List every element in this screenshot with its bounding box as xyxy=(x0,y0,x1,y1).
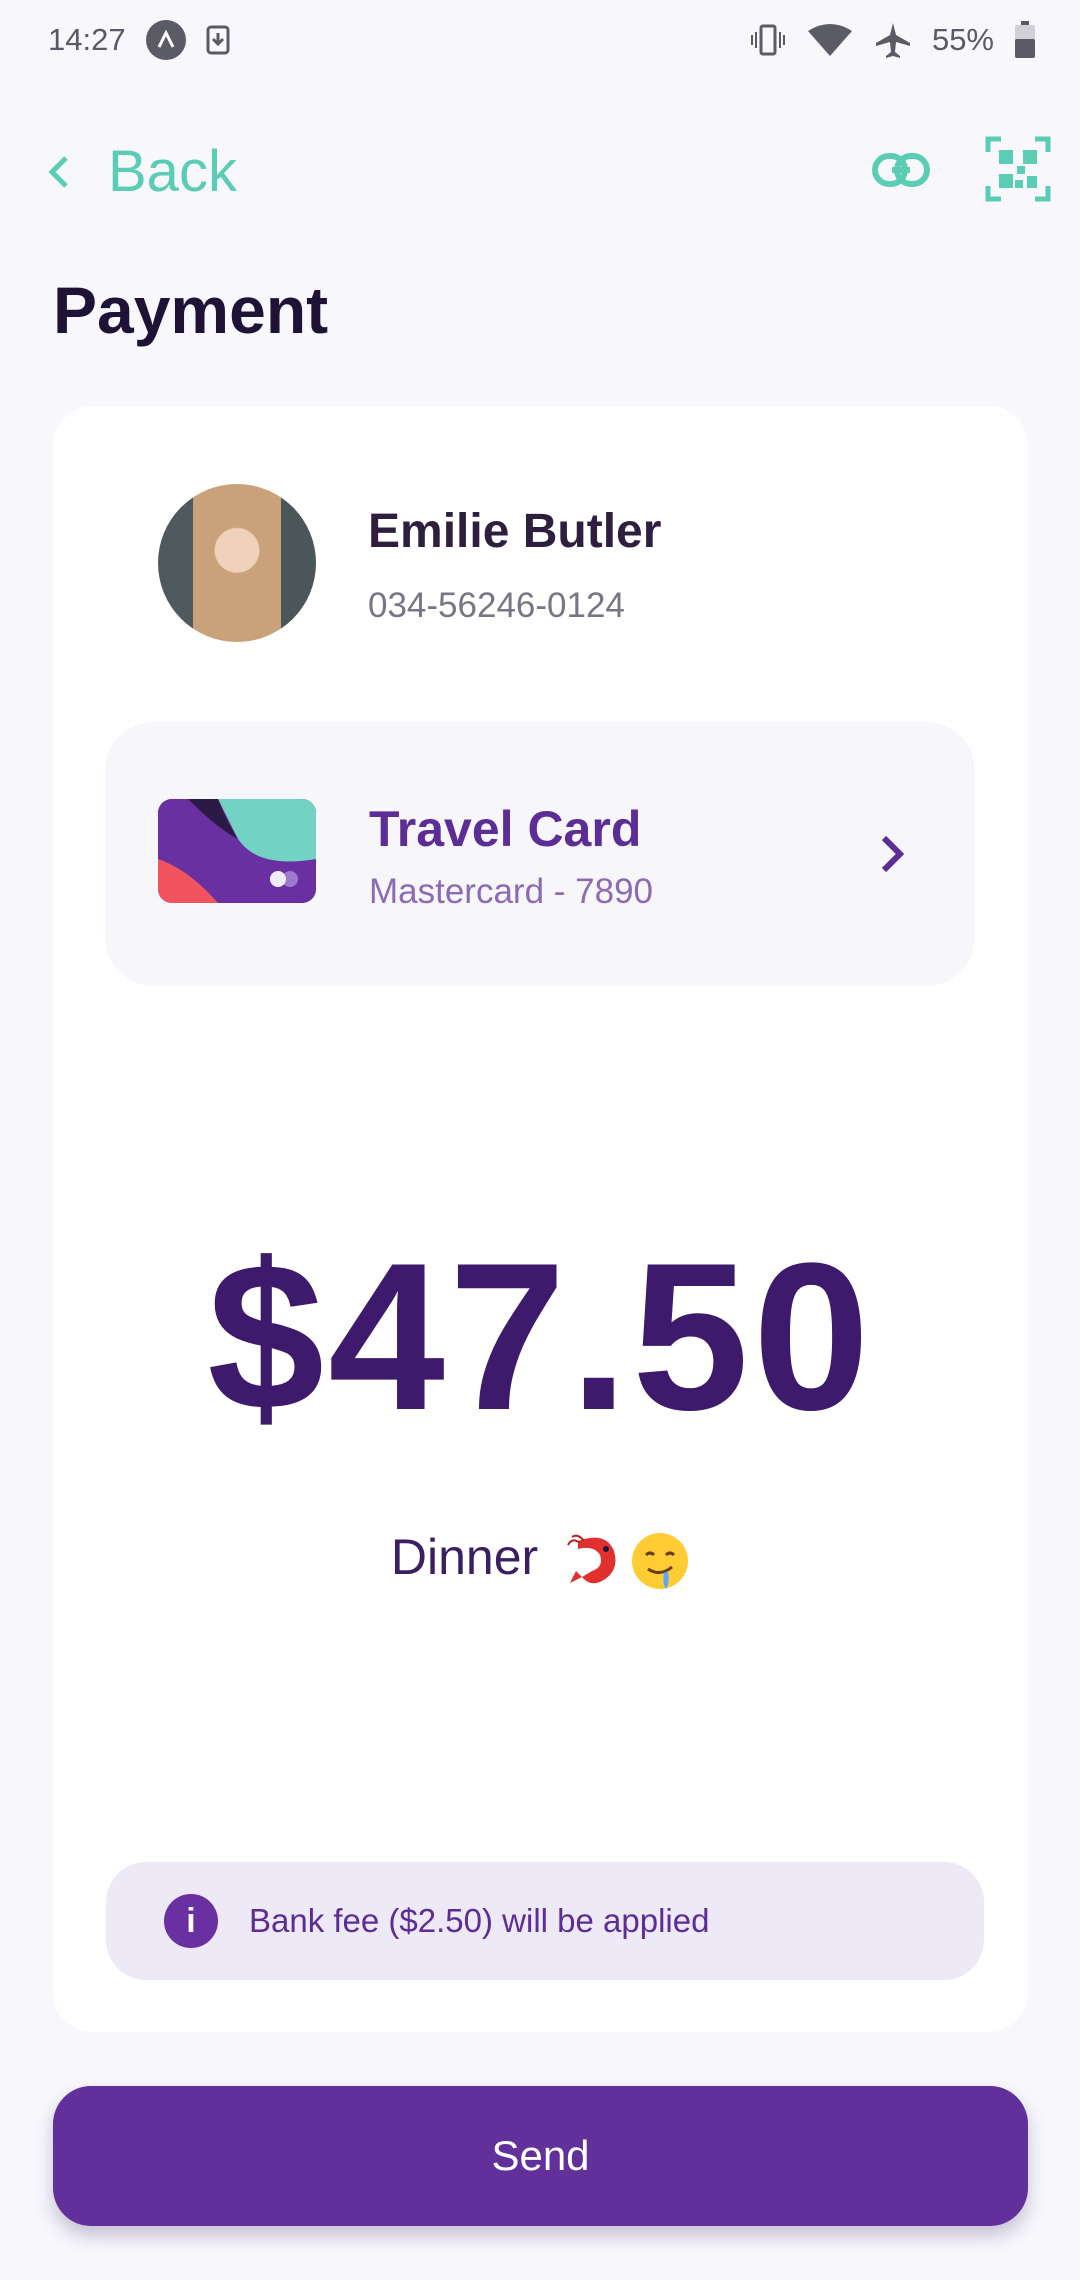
app-notification-icon xyxy=(145,20,186,60)
status-bar-right: 55% xyxy=(750,21,1036,59)
recipient-phone: 034-56246-0124 xyxy=(368,586,625,625)
airplane-icon xyxy=(874,21,912,59)
battery-icon xyxy=(1014,21,1036,59)
transfer-note: Dinner xyxy=(53,1528,1028,1591)
chevron-left-icon xyxy=(48,155,68,188)
shrimp-emoji xyxy=(567,1534,616,1584)
card-image xyxy=(158,799,316,903)
chevron-right-icon xyxy=(881,835,905,873)
payment-panel: Emilie Butler 034-56246-0124 Travel Card… xyxy=(53,406,1028,2032)
vibrate-icon xyxy=(750,24,786,56)
status-bar-left: 14:27 xyxy=(48,20,230,60)
payment-method-selector[interactable]: Travel Card Mastercard - 7890 xyxy=(105,722,975,986)
download-icon xyxy=(206,25,230,55)
avatar xyxy=(158,484,316,642)
fee-notice-banner: i Bank fee ($2.50) will be applied xyxy=(106,1862,984,1980)
page-title: Payment xyxy=(53,273,329,347)
qr-code-icon[interactable] xyxy=(985,136,1051,202)
note-text: Dinner xyxy=(390,1529,539,1585)
back-label: Back xyxy=(108,139,237,204)
card-detail: Mastercard - 7890 xyxy=(369,872,654,911)
info-icon: i xyxy=(164,1894,218,1948)
link-icon[interactable] xyxy=(872,148,930,192)
wifi-icon xyxy=(806,23,854,57)
back-button[interactable]: Back xyxy=(48,138,237,205)
card-name: Travel Card xyxy=(369,801,642,857)
fee-notice-text: Bank fee ($2.50) will be applied xyxy=(249,1902,710,1939)
recipient-name: Emilie Butler xyxy=(368,505,662,558)
send-button[interactable]: Send xyxy=(53,2086,1028,2226)
battery-percent: 55% xyxy=(931,22,994,57)
top-navigation-bar: Back xyxy=(0,118,1080,228)
amount: $47.50 xyxy=(207,1219,874,1454)
status-time: 14:27 xyxy=(48,22,126,57)
status-bar: 14:27 55% xyxy=(0,0,1080,80)
drooling-face-emoji xyxy=(632,1532,689,1589)
note-emojis xyxy=(566,1531,690,1591)
